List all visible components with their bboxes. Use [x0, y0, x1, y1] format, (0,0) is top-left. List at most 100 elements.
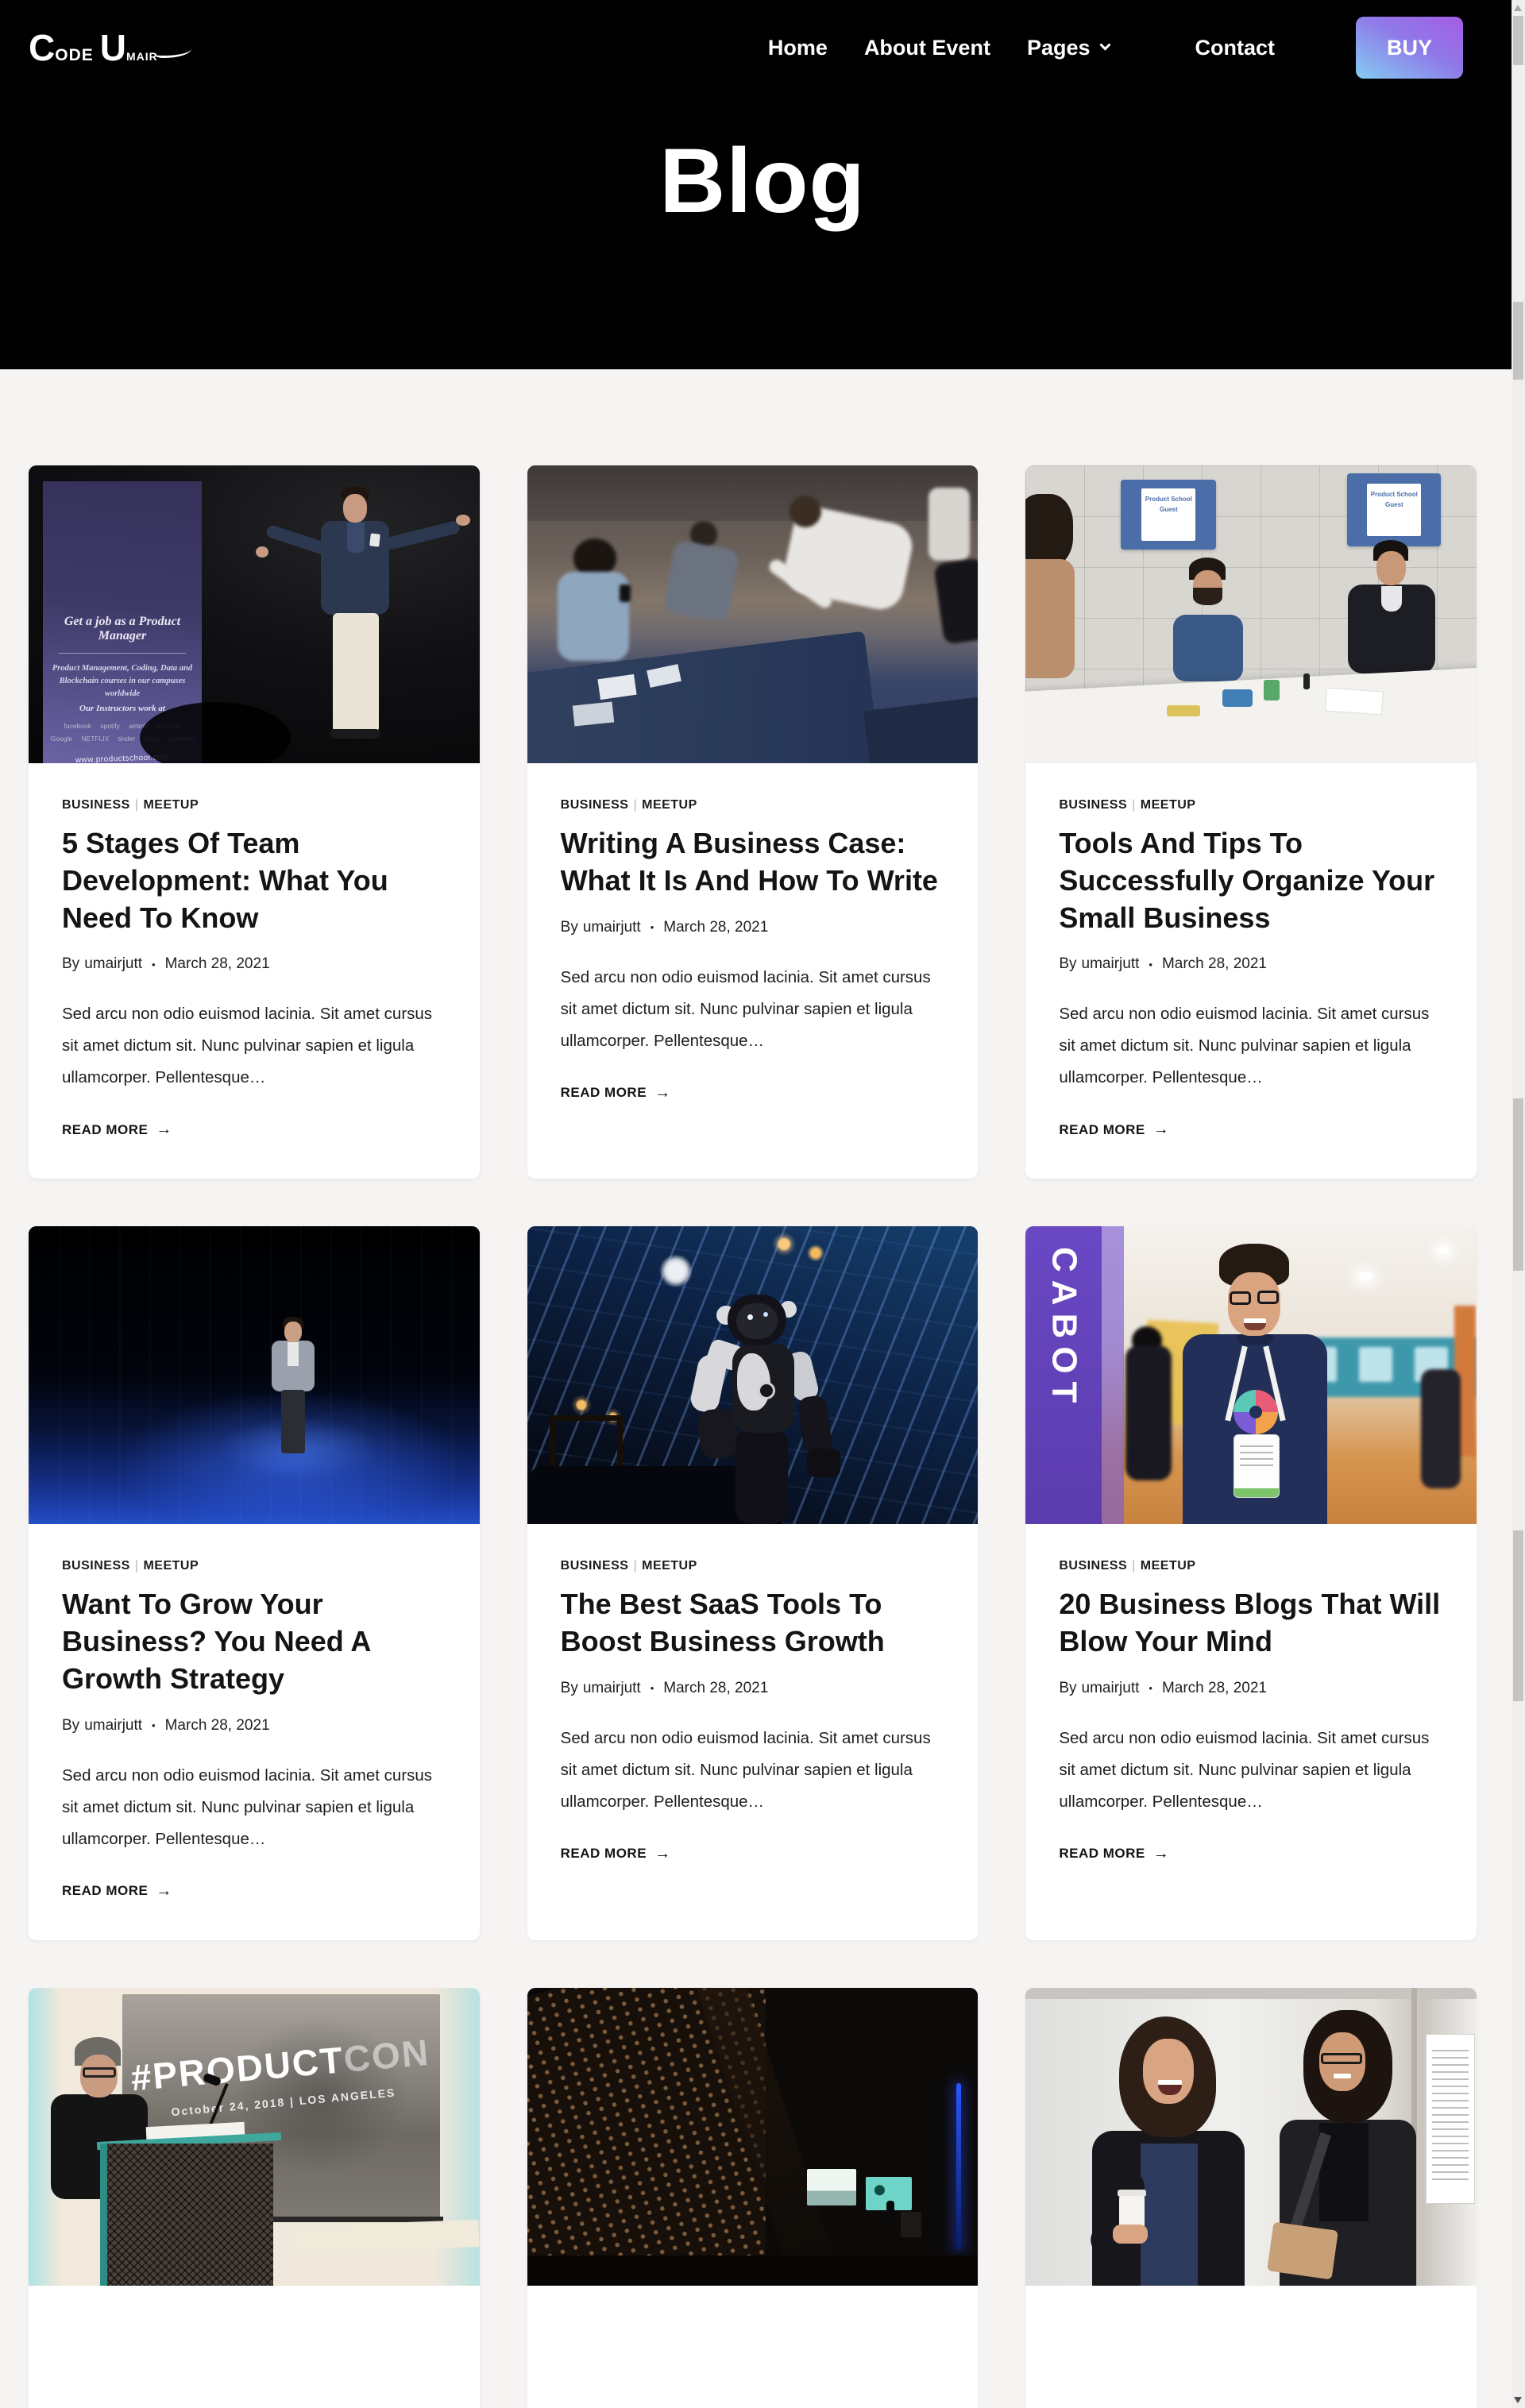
post-title-link[interactable]: Want To Grow Your Business? You Need A G… [62, 1586, 446, 1697]
author-link[interactable]: umairjutt [84, 1717, 142, 1735]
arrow-right-icon: → [654, 1845, 671, 1863]
photo-shape [1173, 615, 1243, 681]
by-label: By [1059, 1680, 1076, 1697]
category-link[interactable]: MEETUP [642, 1559, 697, 1573]
photo-shape [1125, 1345, 1172, 1480]
photo-shape [929, 488, 970, 561]
read-more-link[interactable]: READ MORE → [1059, 1845, 1443, 1863]
photo-shape [1025, 559, 1075, 678]
photo-shape [1102, 1226, 1124, 1524]
scrollbar-thumb[interactable] [1513, 1530, 1523, 1701]
read-more-link[interactable]: READ MORE → [62, 1882, 446, 1901]
read-more-link[interactable]: READ MORE → [1059, 1121, 1443, 1139]
photo-shape [1359, 1347, 1392, 1382]
scrollbar-thumb[interactable] [1513, 302, 1523, 380]
photo-shape [288, 1342, 299, 1366]
post-card: BUSINESS|MEETUP Writing A Business Case:… [527, 465, 979, 1179]
photo-shape [140, 702, 291, 763]
by-label: By [62, 1717, 79, 1735]
photo-shape [330, 729, 380, 739]
photo-shape [956, 2083, 961, 2250]
scroll-down-arrow-icon[interactable] [1514, 2397, 1522, 2403]
meta-dot: • [152, 1719, 156, 1731]
photo-shape [1222, 689, 1253, 707]
scroll-up-arrow-icon[interactable] [1514, 5, 1522, 11]
post-image-panel-table[interactable]: Product School Guest Product School Gues… [1025, 465, 1477, 763]
site-logo[interactable]: CODEUMAIR [29, 26, 191, 69]
photo-shape [901, 2212, 921, 2237]
post-image-auditorium[interactable] [527, 1988, 979, 2286]
category-link[interactable]: MEETUP [1141, 798, 1196, 812]
category-link[interactable]: MEETUP [143, 1559, 199, 1573]
category-link[interactable]: BUSINESS [62, 1559, 130, 1573]
scrollbar-track[interactable] [1511, 0, 1525, 2408]
post-meta: By umairjutt • March 28, 2021 [1059, 955, 1443, 973]
post-image-colleagues-laughing[interactable] [1025, 1988, 1477, 2286]
post-title-link[interactable]: Tools And Tips To Successfully Organize … [1059, 825, 1443, 936]
photo-shape [343, 494, 367, 523]
photo-shape [100, 2144, 107, 2286]
post-title-link[interactable]: 5 Stages Of Team Development: What You N… [62, 825, 446, 936]
category-link[interactable]: BUSINESS [1059, 1559, 1127, 1573]
banner-divider [59, 653, 186, 654]
photo-shape [790, 496, 821, 527]
author-link[interactable]: umairjutt [583, 919, 641, 936]
post-body: BUSINESS|MEETUP 5 Stages Of Team Develop… [29, 763, 480, 1179]
author-link[interactable]: umairjutt [1082, 955, 1140, 973]
photo-shape [1381, 586, 1402, 612]
banner-title-text: Get a job as a Product Manager [43, 615, 202, 643]
post-title-link[interactable]: 20 Business Blogs That Will Blow Your Mi… [1059, 1586, 1443, 1661]
hero-section: CODEUMAIR Home About Event Pages Contact… [0, 0, 1525, 369]
scrollbar-thumb[interactable] [1513, 1098, 1523, 1271]
photo-shape [620, 585, 631, 602]
meta-dot: • [651, 921, 654, 933]
arrow-right-icon: → [1153, 1845, 1170, 1863]
post-image-speaker-with-banner[interactable]: Get a job as a Product Manager Product M… [29, 465, 480, 763]
by-label: By [561, 1680, 578, 1697]
post-card: Get a job as a Product Manager Product M… [29, 465, 480, 1179]
buy-button[interactable]: BUY [1356, 17, 1463, 79]
photo-shape [736, 1303, 778, 1339]
photo-shape [662, 540, 739, 623]
post-title-link[interactable]: The Best SaaS Tools To Boost Business Gr… [561, 1586, 945, 1661]
nav-item-about-event[interactable]: About Event [864, 36, 990, 60]
nav-item-home[interactable]: Home [768, 36, 828, 60]
post-excerpt: Sed arcu non odio euismod lacinia. Sit a… [561, 962, 945, 1057]
category-link[interactable]: BUSINESS [561, 1559, 629, 1573]
photo-shape [284, 1322, 302, 1342]
photo-shape [1334, 2074, 1351, 2078]
logo-letters: ODE [55, 46, 94, 65]
category-link[interactable]: BUSINESS [1059, 798, 1127, 812]
category-link[interactable]: MEETUP [1141, 1559, 1196, 1573]
read-more-link[interactable]: READ MORE → [561, 1084, 945, 1102]
category-link[interactable]: MEETUP [642, 798, 697, 812]
post-image-stage-speaker[interactable] [29, 1226, 480, 1524]
photo-banner: CABOT [1025, 1226, 1102, 1524]
post-image-robot[interactable] [527, 1226, 979, 1524]
photo-shape [1193, 588, 1222, 605]
category-link[interactable]: BUSINESS [62, 798, 130, 812]
category-link[interactable]: MEETUP [143, 798, 199, 812]
read-more-link[interactable]: READ MORE → [62, 1121, 446, 1139]
author-link[interactable]: umairjutt [84, 955, 142, 973]
post-title-link[interactable]: Writing A Business Case: What It Is And … [561, 825, 945, 900]
post-date: March 28, 2021 [663, 1680, 768, 1697]
read-more-link[interactable]: READ MORE → [561, 1845, 945, 1863]
post-image-registration-table[interactable] [527, 465, 979, 763]
post-excerpt: Sed arcu non odio euismod lacinia. Sit a… [62, 1760, 446, 1855]
category-link[interactable]: BUSINESS [561, 798, 629, 812]
post-body: BUSINESS|MEETUP Tools And Tips To Succes… [1025, 763, 1477, 1179]
scrollbar-thumb[interactable] [1513, 16, 1523, 65]
post-image-expo-attendee[interactable]: CABOT [1025, 1226, 1477, 1524]
read-more-label: READ MORE [561, 1085, 647, 1101]
author-link[interactable]: umairjutt [1082, 1680, 1140, 1697]
nav-item-pages[interactable]: Pages [1027, 36, 1108, 60]
nav-item-contact[interactable]: Contact [1195, 36, 1276, 60]
post-excerpt: Sed arcu non odio euismod lacinia. Sit a… [62, 998, 446, 1094]
logo-swoosh-icon [155, 45, 191, 58]
author-link[interactable]: umairjutt [583, 1680, 641, 1697]
post-meta: By umairjutt • March 28, 2021 [62, 1717, 446, 1735]
post-body: BUSINESS|MEETUP The Best SaaS Tools To B… [527, 1524, 979, 1903]
page-title: Blog [0, 129, 1525, 233]
post-image-podium-presentation[interactable]: #PRODUCTCON October 24, 2018 | LOS ANGEL… [29, 1988, 480, 2286]
